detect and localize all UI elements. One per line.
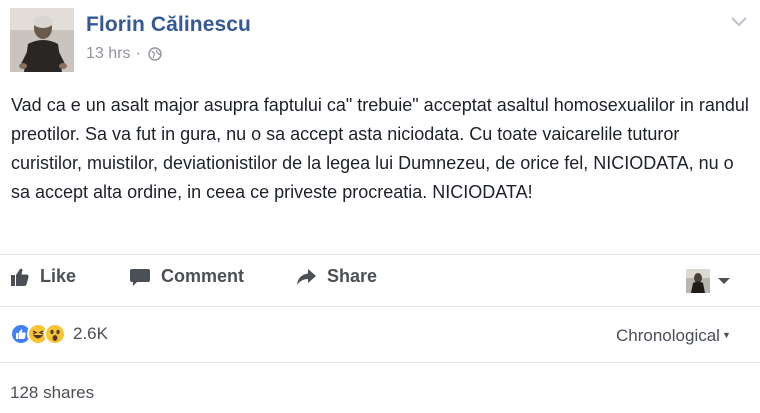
share-label: Share [327,266,378,286]
share-button[interactable]: Share [295,266,377,287]
caret-down-icon [718,278,730,284]
comment-icon [130,268,150,286]
facebook-post: Florin Călinescu 13 hrs · Vad ca e un as… [0,0,760,413]
comment-sort-dropdown[interactable]: Chronological ▼ [616,326,731,346]
share-arrow-icon [297,268,316,285]
chevron-down-icon[interactable] [730,15,748,29]
sort-label: Chronological [616,326,720,345]
post-text: Vad ca e un asalt major asupra faptului … [11,95,749,202]
divider [0,362,760,363]
divider [0,254,760,255]
thumbs-up-icon [11,268,29,286]
action-bar: Like Comment Share [0,258,760,302]
comment-label: Comment [161,266,245,286]
post-as-selector[interactable] [686,269,732,293]
like-button[interactable]: Like [10,266,76,287]
like-label: Like [40,266,77,286]
post-meta: 13 hrs · [86,45,162,63]
shares-count[interactable]: 128 shares [10,383,94,403]
comment-button[interactable]: Comment [129,266,244,287]
viewer-avatar [686,269,710,293]
author-avatar[interactable] [10,8,74,72]
divider [0,306,760,307]
caret-down-icon: ▼ [721,330,731,340]
reactions-summary[interactable]: 2.6K [10,323,108,345]
author-name[interactable]: Florin Călinescu [86,13,251,37]
globe-icon[interactable] [148,47,162,61]
reaction-count: 2.6K [73,324,108,343]
post-timestamp[interactable]: 13 hrs [86,45,130,63]
wow-reaction-icon [44,323,66,345]
meta-separator: · [135,45,141,62]
